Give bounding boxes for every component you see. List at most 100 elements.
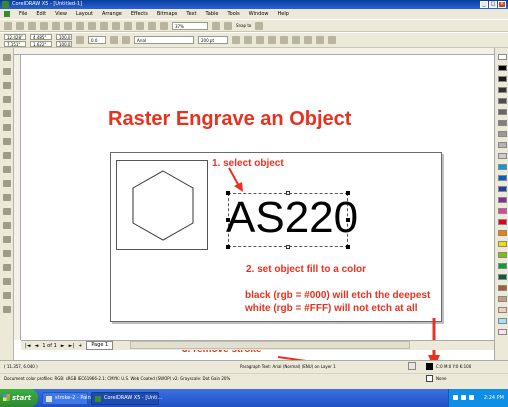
start-button[interactable]: start <box>0 389 38 407</box>
palette-swatch[interactable] <box>498 175 507 181</box>
basic-shapes-tool-icon[interactable] <box>3 180 11 187</box>
selection-handle-nw[interactable] <box>226 191 230 195</box>
menu-window[interactable]: Window <box>249 11 269 17</box>
width-field[interactable]: 4.485" <box>30 33 52 40</box>
welcome-icon[interactable] <box>160 21 168 30</box>
selection-handle-se[interactable] <box>346 245 350 249</box>
prev-page-icon[interactable]: ◄ <box>35 343 39 349</box>
dimension-tool-icon[interactable] <box>3 222 11 229</box>
print-icon[interactable] <box>40 21 48 30</box>
zoom-level-select[interactable]: 37% <box>172 21 208 30</box>
fill-indicator-icon[interactable] <box>408 362 416 370</box>
next-page-icon[interactable]: ► <box>61 343 65 349</box>
palette-swatch[interactable] <box>498 54 507 60</box>
redo-icon[interactable] <box>100 21 108 30</box>
rectangle-tool-icon[interactable] <box>3 138 11 145</box>
height-field[interactable]: 1.622" <box>30 40 52 47</box>
font-select[interactable]: Arial <box>134 36 194 44</box>
selection-handle-e[interactable] <box>346 218 350 222</box>
close-button[interactable]: × <box>498 1 506 8</box>
scale-height-field[interactable]: 100.0 <box>56 40 72 47</box>
options-icon[interactable] <box>255 21 264 30</box>
selection-handle-sw[interactable] <box>226 245 230 249</box>
lock-ratio-icon[interactable] <box>76 36 84 44</box>
angle-field[interactable]: 0.0 <box>88 36 106 44</box>
pick-tool-icon[interactable] <box>3 54 11 61</box>
palette-swatch[interactable] <box>498 109 507 115</box>
underline-icon[interactable] <box>256 36 264 44</box>
palette-swatch[interactable] <box>498 153 507 159</box>
maximize-button[interactable]: □ <box>489 1 497 8</box>
mirror-horizontal-icon[interactable] <box>110 36 118 44</box>
eyedropper-tool-icon[interactable] <box>3 264 11 271</box>
bullets-icon[interactable] <box>280 36 288 44</box>
paste-icon[interactable] <box>76 21 84 30</box>
palette-swatch[interactable] <box>498 76 507 82</box>
horizontal-text-icon[interactable] <box>316 36 324 44</box>
selected-text-object[interactable]: AS220 <box>226 192 358 244</box>
palette-swatch[interactable] <box>498 263 507 269</box>
tray-help-icon[interactable] <box>453 395 458 400</box>
stroke-swatch-none[interactable] <box>426 375 433 382</box>
ellipse-tool-icon[interactable] <box>3 152 11 159</box>
text-tool-icon[interactable] <box>3 194 11 201</box>
edit-text-icon[interactable] <box>304 36 312 44</box>
selection-handle-w[interactable] <box>226 218 230 222</box>
palette-swatch[interactable] <box>498 131 507 137</box>
tray-network-icon[interactable] <box>461 395 466 400</box>
taskbar-item-paint[interactable]: stroke-2 - Paint <box>42 392 93 405</box>
first-page-icon[interactable]: |◄ <box>25 343 31 349</box>
palette-swatch[interactable] <box>498 274 507 280</box>
cut-icon[interactable] <box>52 21 60 30</box>
palette-swatch[interactable] <box>498 120 507 126</box>
text-format-icon[interactable] <box>292 36 300 44</box>
vertical-text-icon[interactable] <box>328 36 336 44</box>
interactive-fill-tool-icon[interactable] <box>3 306 11 313</box>
menu-text[interactable]: Text <box>186 11 196 17</box>
menu-tools[interactable]: Tools <box>227 11 239 17</box>
menu-edit[interactable]: Edit <box>36 11 46 17</box>
palette-swatch[interactable] <box>498 142 507 148</box>
x-position-field[interactable]: 12.428" <box>4 33 26 40</box>
smart-fill-tool-icon[interactable] <box>3 124 11 131</box>
outline-tool-icon[interactable] <box>3 278 11 285</box>
menu-view[interactable]: View <box>55 11 67 17</box>
last-page-icon[interactable]: ►| <box>69 343 75 349</box>
vertical-ruler[interactable] <box>14 55 21 340</box>
menu-arrange[interactable]: Arrange <box>102 11 122 17</box>
selection-handle-ne[interactable] <box>346 191 350 195</box>
y-position-field[interactable]: 7.151" <box>4 40 26 47</box>
crop-tool-icon[interactable] <box>3 82 11 89</box>
horizontal-ruler[interactable] <box>14 48 494 55</box>
palette-swatch[interactable] <box>498 208 507 214</box>
menu-file[interactable]: File <box>19 11 27 17</box>
palette-swatch[interactable] <box>498 307 507 313</box>
copy-icon[interactable] <box>64 21 72 30</box>
palette-swatch[interactable] <box>498 241 507 247</box>
wireframe-icon[interactable] <box>224 21 232 30</box>
selection-handle-n[interactable] <box>286 191 290 195</box>
scale-width-field[interactable]: 100.0 <box>56 33 72 40</box>
fill-tool-icon[interactable] <box>3 292 11 299</box>
hexagon-object[interactable] <box>116 160 208 250</box>
blend-tool-icon[interactable] <box>3 250 11 257</box>
save-icon[interactable] <box>28 21 36 30</box>
add-page-icon[interactable]: + <box>78 343 82 349</box>
mirror-vertical-icon[interactable] <box>122 36 130 44</box>
full-screen-icon[interactable] <box>212 21 220 30</box>
export-icon[interactable] <box>136 21 144 30</box>
font-size-select[interactable]: 200 pt <box>198 36 228 44</box>
palette-swatch[interactable] <box>498 318 507 324</box>
open-icon[interactable] <box>16 21 24 30</box>
align-icon[interactable] <box>268 36 276 44</box>
palette-swatch[interactable] <box>498 219 507 225</box>
taskbar-item-coreldraw[interactable]: CorelDRAW X5 - [Unti... <box>91 392 162 405</box>
zoom-tool-icon[interactable] <box>3 96 11 103</box>
palette-swatch[interactable] <box>498 329 507 335</box>
palette-swatch[interactable] <box>498 98 507 104</box>
palette-swatch[interactable] <box>498 197 507 203</box>
undo-icon[interactable] <box>88 21 96 30</box>
table-tool-icon[interactable] <box>3 208 11 215</box>
italic-icon[interactable] <box>244 36 252 44</box>
page-tab[interactable]: Page 1 <box>86 341 114 350</box>
